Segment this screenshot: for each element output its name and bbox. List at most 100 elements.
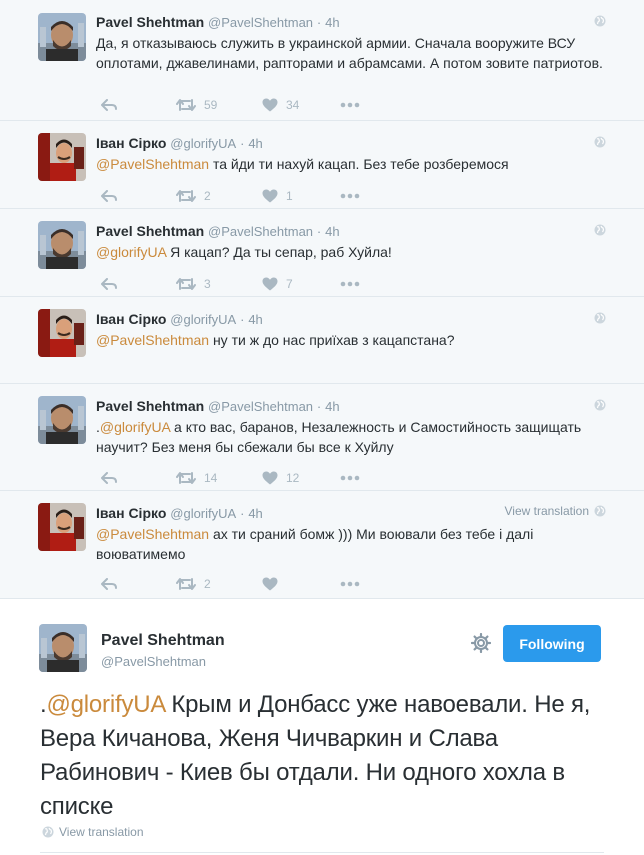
avatar[interactable]	[38, 13, 86, 61]
tweet-item[interactable]: Іван Сірко @glorifyUA · 4h @PavelShehtma…	[0, 121, 644, 209]
reply-button[interactable]	[96, 278, 176, 290]
retweet-button[interactable]: 14	[176, 471, 262, 485]
tweet-text: @PavelShehtman та йди ти нахуй кацап. Бе…	[96, 154, 644, 174]
avatar[interactable]	[38, 503, 86, 551]
mention-link[interactable]: @glorifyUA	[100, 419, 170, 435]
author-handle[interactable]: @glorifyUA	[170, 312, 236, 327]
author-name[interactable]: Іван Сірко	[96, 135, 166, 151]
mention-link[interactable]: @glorifyUA	[96, 244, 166, 260]
like-button[interactable]: 1	[262, 189, 340, 203]
view-translation-link[interactable]: View translation	[505, 504, 607, 518]
tweet-item[interactable]: Pavel Shehtman @PavelShehtman · 4h @glor…	[0, 209, 644, 297]
timestamp[interactable]: 4h	[248, 136, 262, 151]
timestamp[interactable]: 4h	[325, 15, 339, 30]
globe-icon[interactable]	[594, 136, 606, 148]
retweet-count: 3	[204, 277, 211, 291]
globe-icon[interactable]	[594, 399, 606, 411]
divider	[40, 852, 604, 853]
timestamp[interactable]: 4h	[325, 399, 339, 414]
tweet-header: Pavel Shehtman @PavelShehtman · 4h	[96, 0, 644, 32]
mention-link[interactable]: @PavelShehtman	[96, 526, 209, 542]
tweet-item[interactable]: Іван Сірко @glorifyUA · 4h @PavelShehtma…	[0, 491, 644, 599]
tweet-header: Pavel Shehtman @PavelShehtman · 4h	[96, 209, 644, 241]
separator-dot: ·	[316, 224, 322, 239]
tweet-text: @PavelShehtman ну ти ж до нас приїхав з …	[96, 330, 644, 350]
more-button[interactable]	[340, 102, 360, 108]
tweet-item[interactable]: Pavel Shehtman @PavelShehtman · 4h Да, я…	[0, 0, 644, 121]
avatar[interactable]	[39, 624, 87, 672]
reply-icon	[101, 190, 117, 202]
reply-button[interactable]	[96, 578, 176, 590]
retweet-button[interactable]: 2	[176, 577, 262, 591]
like-count: 1	[286, 189, 293, 203]
retweet-button[interactable]: 2	[176, 189, 262, 203]
author-name[interactable]: Pavel Shehtman	[96, 14, 204, 30]
like-button[interactable]: 12	[262, 471, 340, 485]
retweet-button[interactable]: 59	[176, 98, 262, 112]
tweet-actions: 2	[96, 564, 644, 604]
heart-icon	[262, 98, 278, 112]
mention-link[interactable]: @glorifyUA	[46, 691, 165, 718]
retweet-count: 2	[204, 189, 211, 203]
separator-dot: ·	[316, 15, 322, 30]
more-button[interactable]	[340, 193, 360, 199]
author-handle[interactable]: @PavelShehtman	[208, 15, 313, 30]
globe-icon	[594, 505, 606, 517]
avatar[interactable]	[38, 221, 86, 269]
like-button[interactable]: 7	[262, 277, 340, 291]
timestamp[interactable]: 4h	[248, 506, 262, 521]
main-tweet: Pavel Shehtman @PavelShehtman Following …	[0, 600, 644, 855]
tweet-item[interactable]: Іван Сірко @glorifyUA · 4h @PavelShehtma…	[0, 297, 644, 384]
retweet-icon	[176, 471, 196, 485]
retweet-count: 14	[204, 471, 218, 485]
view-translation-label: View translation	[59, 825, 144, 839]
heart-icon	[262, 189, 278, 203]
author-name[interactable]: Іван Сірко	[96, 311, 166, 327]
author-name[interactable]: Pavel Shehtman	[101, 632, 225, 650]
timestamp[interactable]: 4h	[325, 224, 339, 239]
like-button[interactable]: 34	[262, 98, 340, 112]
retweet-icon	[176, 98, 196, 112]
gear-icon[interactable]	[471, 633, 491, 653]
author-handle[interactable]: @glorifyUA	[170, 506, 236, 521]
author-handle[interactable]: @PavelShehtman	[208, 224, 313, 239]
author-name[interactable]: Іван Сірко	[96, 505, 166, 521]
like-button[interactable]	[262, 577, 340, 591]
tweet-item[interactable]: Pavel Shehtman @PavelShehtman · 4h .@glo…	[0, 384, 644, 491]
globe-icon[interactable]	[594, 312, 606, 324]
globe-icon	[42, 826, 54, 838]
globe-icon[interactable]	[594, 15, 606, 27]
mention-link[interactable]: @PavelShehtman	[96, 156, 209, 172]
avatar[interactable]	[38, 396, 86, 444]
more-button[interactable]	[340, 475, 360, 481]
tweet-text: .@glorifyUA а кто вас, баранов, Незалежн…	[96, 417, 644, 457]
more-icon	[340, 581, 360, 587]
more-button[interactable]	[340, 581, 360, 587]
following-button[interactable]: Following	[503, 625, 601, 662]
view-translation-link[interactable]: View translation	[42, 825, 144, 839]
timestamp[interactable]: 4h	[248, 312, 262, 327]
tweet-body: та йди ти нахуй кацап. Без тебе розберем…	[209, 156, 509, 172]
author-handle[interactable]: @glorifyUA	[170, 136, 236, 151]
retweet-button[interactable]: 3	[176, 277, 262, 291]
tweet-text: @PavelShehtman ах ти сраний бомж ))) Ми …	[96, 524, 644, 564]
author-handle[interactable]: @PavelShehtman	[208, 399, 313, 414]
like-count: 12	[286, 471, 300, 485]
author-name[interactable]: Pavel Shehtman	[96, 398, 204, 414]
reply-button[interactable]	[96, 472, 176, 484]
view-translation-label: View translation	[504, 504, 590, 518]
mention-link[interactable]: @PavelShehtman	[96, 332, 209, 348]
avatar[interactable]	[38, 133, 86, 181]
tweet-text: Да, я отказываюсь служить в украинской а…	[96, 33, 644, 73]
retweet-icon	[176, 189, 196, 203]
author-handle[interactable]: @PavelShehtman	[101, 654, 206, 669]
tweet-body: Да, я отказываюсь служить в украинской а…	[96, 35, 603, 71]
reply-button[interactable]	[96, 99, 176, 111]
reply-button[interactable]	[96, 190, 176, 202]
tweet-header: Pavel Shehtman @PavelShehtman · 4h	[96, 384, 644, 416]
avatar[interactable]	[38, 309, 86, 357]
globe-icon[interactable]	[594, 224, 606, 236]
more-button[interactable]	[340, 281, 360, 287]
author-name[interactable]: Pavel Shehtman	[96, 223, 204, 239]
separator-dot: ·	[240, 136, 245, 151]
